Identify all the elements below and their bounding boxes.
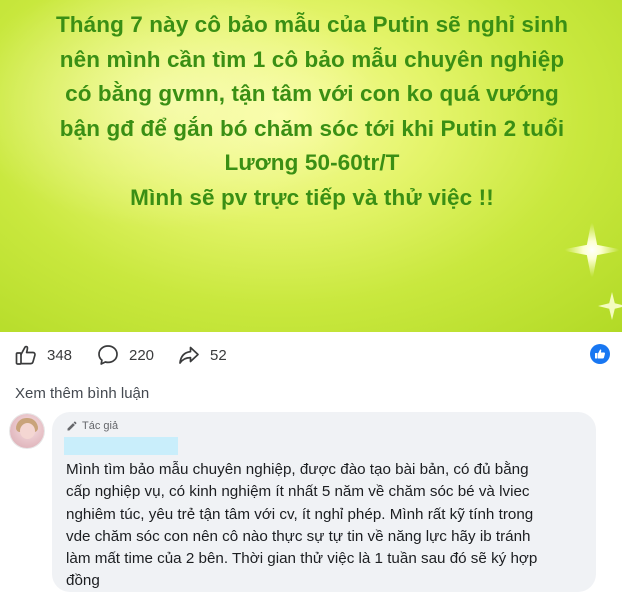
comment-text-line: cấp nghiệp vụ, có kinh nghiệm ít nhất 5 … — [66, 483, 530, 501]
thumbs-up-icon — [15, 345, 36, 365]
post-text-line: Tháng 7 này cô bảo mẫu của Putin sẽ nghỉ… — [55, 12, 569, 37]
like-count: 348 — [47, 346, 73, 364]
comment-count: 220 — [129, 346, 155, 364]
comment-text: Mình tìm bảo mẫu chuyên nghiệp, được đào… — [66, 459, 586, 593]
post-text-line: nên mình cần tìm 1 cô bảo mẫu chuyên ngh… — [59, 46, 565, 72]
comment-text-line: nghiêm túc, yêu trẻ tận tâm với cv, ít n… — [66, 505, 534, 523]
post-text-line: Mình sẽ pv trực tiếp và thử việc !! — [130, 184, 494, 210]
comment-text-line: Mình tìm bảo mẫu chuyên nghiệp, được đào… — [66, 461, 529, 478]
sparkle-icon — [560, 218, 622, 282]
post-text-line: có bằng gvmn, tận tâm với con ko quá vướ… — [65, 81, 559, 106]
post-text-line: bận gđ để gắn bó chăm sóc tới khi Putin … — [59, 115, 565, 141]
comment-text-line: làm mất time của 2 bên. Thời gian thử vi… — [66, 550, 538, 568]
pencil-icon — [67, 421, 77, 431]
view-more-comments-link[interactable]: Xem thêm bình luận — [15, 385, 149, 402]
comment-text-line: vde chăm sóc con nên cô nào thực sự tự t… — [66, 527, 531, 545]
comment-button[interactable]: 220 — [96, 342, 154, 368]
comment-text-line: đồng — [66, 572, 100, 590]
redacted-commenter-name — [64, 437, 178, 455]
share-arrow-icon — [179, 346, 199, 364]
sparkle-small-icon — [598, 292, 622, 320]
facebook-like-badge-icon — [590, 344, 610, 364]
avatar-face — [20, 423, 35, 439]
facebook-post-screenshot: Tháng 7 này cô bảo mẫu của Putin sẽ nghỉ… — [0, 0, 622, 595]
reaction-bar: 348 220 52 — [0, 332, 622, 378]
post-text-line: Lương 50-60tr/T — [224, 150, 400, 175]
share-count: 52 — [210, 346, 227, 364]
post-text: Tháng 7 này cô bảo mẫu của Putin sẽ nghỉ… — [14, 8, 610, 215]
avatar[interactable] — [10, 414, 44, 448]
author-badge-label: Tác giả — [82, 420, 119, 432]
speech-bubble-icon — [98, 345, 118, 365]
share-button[interactable]: 52 — [177, 342, 227, 368]
post-background-card: Tháng 7 này cô bảo mẫu của Putin sẽ nghỉ… — [0, 0, 622, 332]
like-button[interactable]: 348 — [14, 342, 72, 368]
author-badge: Tác giả — [66, 420, 118, 432]
